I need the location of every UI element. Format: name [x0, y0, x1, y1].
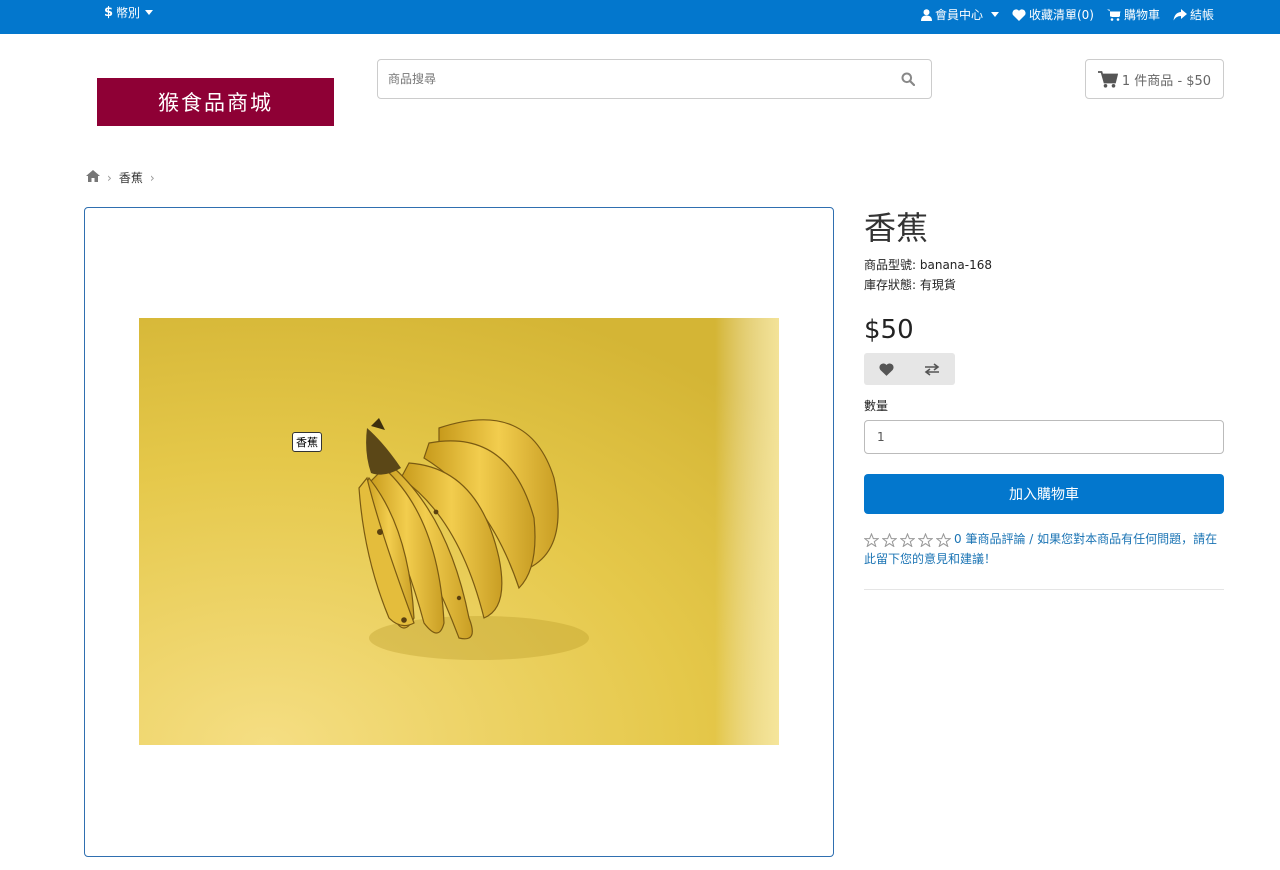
- checkout-link[interactable]: 結帳: [1173, 6, 1214, 23]
- currency-label: 幣別: [116, 6, 141, 20]
- breadcrumb-item[interactable]: 香蕉: [119, 169, 143, 186]
- heart-icon: [879, 362, 894, 376]
- heart-icon: [1012, 8, 1026, 21]
- model-label: 商品型號:: [864, 258, 917, 272]
- account-label: 會員中心: [934, 8, 983, 22]
- compare-button[interactable]: [910, 353, 956, 385]
- currency-dropdown[interactable]: $ 幣別: [104, 4, 154, 21]
- caret-down-icon: [145, 10, 154, 15]
- product-title: 香蕉: [864, 209, 929, 247]
- cart-label: 購物車: [1123, 8, 1160, 22]
- cart-icon: [1097, 70, 1118, 88]
- product-price: $50: [864, 315, 914, 345]
- divider: [864, 589, 1224, 590]
- home-icon[interactable]: [86, 170, 100, 185]
- share-icon: [1173, 8, 1187, 20]
- star-icon: [864, 532, 879, 547]
- stock-value: 有現貨: [919, 278, 956, 292]
- top-bar: $ 幣別 會員中心 收藏清單(0) 購物車 結帳: [0, 0, 1280, 34]
- dollar-icon: $: [104, 5, 114, 20]
- quantity-label: 數量: [864, 399, 889, 413]
- reviews-section: 0 筆商品評論 / 如果您對本商品有任何問題，請在此留下您的意見和建議！: [864, 529, 1224, 569]
- wishlist-label: 收藏清單(0): [1028, 8, 1094, 22]
- cart-summary-button[interactable]: 1 件商品 - $50: [1085, 59, 1224, 99]
- logo-text: 猴食品商城: [158, 91, 273, 115]
- cart-summary-text: 1 件商品 - $50: [1121, 73, 1212, 89]
- product-image: [139, 318, 779, 745]
- caret-down-icon: [990, 12, 999, 17]
- product-meta: 商品型號: banana-168 庫存狀態: 有現貨: [864, 255, 1224, 295]
- chevron-right-icon: ›: [149, 170, 155, 185]
- star-icon: [900, 532, 915, 547]
- star-icon: [882, 532, 897, 547]
- product-info: 香蕉 商品型號: banana-168 庫存狀態: 有現貨 $50 數量 加入購…: [864, 207, 1224, 590]
- star-icon: [936, 532, 951, 547]
- add-to-cart-button[interactable]: 加入購物車: [864, 474, 1224, 514]
- account-menu[interactable]: 會員中心: [920, 6, 999, 23]
- search-icon: [901, 72, 915, 86]
- wishlist-compare-group: [864, 353, 955, 385]
- chevron-right-icon: ›: [107, 170, 112, 185]
- model-value: banana-168: [919, 258, 992, 272]
- reviews-count-link[interactable]: 0 筆商品評論: [954, 532, 1025, 546]
- add-to-wishlist-button[interactable]: [864, 353, 910, 385]
- stock-row: 庫存狀態: 有現貨: [864, 275, 1224, 295]
- product-image-panel[interactable]: 香蕉: [84, 207, 834, 857]
- wishlist-link[interactable]: 收藏清單(0): [1012, 6, 1094, 23]
- search-box: [377, 59, 932, 99]
- cart-icon: [1106, 9, 1121, 21]
- rating-stars: [864, 532, 951, 547]
- store-logo[interactable]: 猴食品商城: [97, 78, 334, 126]
- breadcrumb: › 香蕉 ›: [86, 169, 155, 186]
- user-icon: [920, 8, 932, 21]
- model-row: 商品型號: banana-168: [864, 255, 1224, 275]
- image-alt-tag: 香蕉: [292, 432, 322, 452]
- exchange-icon: [924, 362, 940, 376]
- quantity-input[interactable]: [864, 420, 1224, 454]
- cart-link[interactable]: 購物車: [1106, 6, 1160, 23]
- star-icon: [918, 532, 933, 547]
- checkout-label: 結帳: [1189, 8, 1214, 22]
- search-button[interactable]: [885, 60, 931, 98]
- stock-label: 庫存狀態:: [864, 278, 917, 292]
- search-input[interactable]: [378, 60, 885, 98]
